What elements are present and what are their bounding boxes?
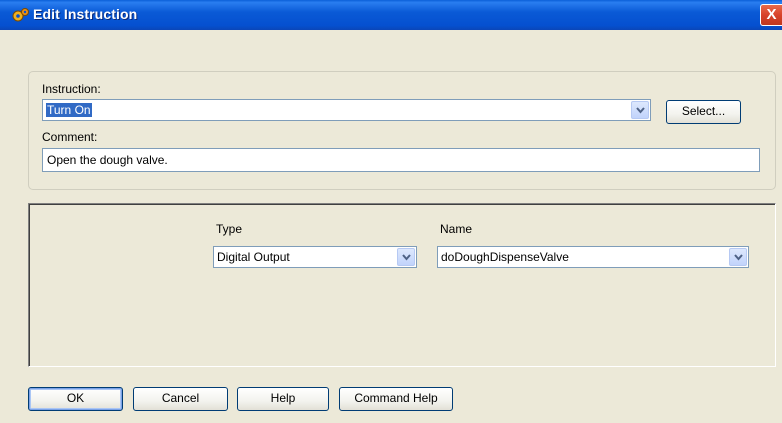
name-select[interactable]: doDoughDispenseValve xyxy=(437,246,749,268)
comment-label: Comment: xyxy=(42,130,98,144)
name-value: doDoughDispenseValve xyxy=(441,250,569,264)
comment-field[interactable]: Open the dough valve. xyxy=(42,148,760,172)
instruction-label: Instruction: xyxy=(42,82,101,96)
chevron-down-icon[interactable] xyxy=(397,248,415,266)
type-label: Type xyxy=(216,222,243,236)
cancel-button[interactable]: Cancel xyxy=(133,387,228,411)
type-value: Digital Output xyxy=(217,250,290,264)
instruction-select[interactable]: Turn On xyxy=(42,99,651,121)
command-help-button[interactable]: Command Help xyxy=(339,387,453,411)
instruction-value: Turn On xyxy=(46,103,92,117)
parameters-panel xyxy=(28,203,776,367)
window-title: Edit Instruction xyxy=(33,6,138,22)
gear-icon xyxy=(12,7,30,23)
type-select[interactable]: Digital Output xyxy=(213,246,417,268)
edit-instruction-dialog: Edit Instruction X Instruction: Turn On … xyxy=(0,0,782,423)
name-label: Name xyxy=(440,222,473,236)
comment-value: Open the dough valve. xyxy=(47,153,168,167)
chevron-down-icon[interactable] xyxy=(631,101,649,119)
chevron-down-icon[interactable] xyxy=(729,248,747,266)
ok-button[interactable]: OK xyxy=(28,387,123,411)
close-button[interactable]: X xyxy=(760,4,782,26)
select-button[interactable]: Select... xyxy=(666,100,741,124)
title-bar[interactable]: Edit Instruction X xyxy=(0,0,782,30)
instruction-group xyxy=(28,71,776,190)
help-button[interactable]: Help xyxy=(237,387,329,411)
